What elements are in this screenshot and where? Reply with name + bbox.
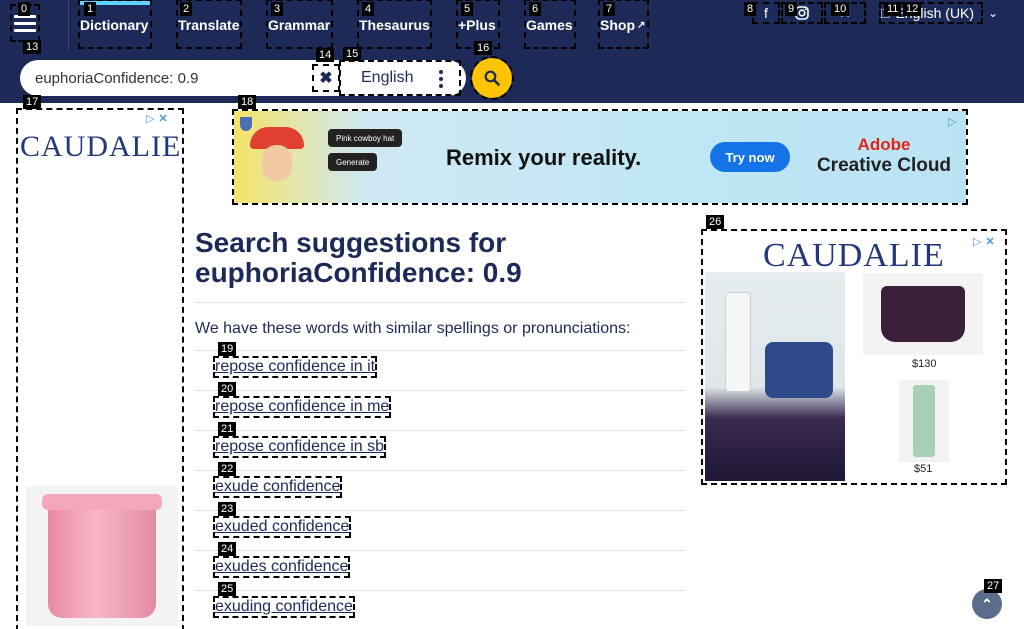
ad-brand-logo: CAUDALIE [20,130,182,163]
element-tag: 26 [706,215,725,229]
nav-thesaurus-label: Thesaurus [359,17,430,33]
chevron-down-icon[interactable]: ⌄ [988,6,998,20]
nav-translate-label: Translate [178,17,240,33]
element-tag: 27 [984,579,1003,593]
divider [195,550,685,551]
ad-product-image [863,273,983,355]
ad-chip-prompt: Pink cowboy hat [328,129,403,147]
suggestion-link[interactable]: exuding confidence [213,596,355,618]
element-tag: 6 [529,2,542,16]
dictionary-selector[interactable]: English [339,60,461,96]
external-link-icon: ↗ [637,19,646,31]
right-ad[interactable]: ▷ ✕ CAUDALIE $130 $51 [701,229,1007,485]
element-tag: 8 [744,2,757,16]
element-tag: 18 [238,95,257,109]
element-tag: 10 [831,2,850,16]
nav-grammar-label: Grammar [268,17,331,33]
page-title: Search suggestions for euphoriaConfidenc… [195,228,685,288]
element-tag: 7 [603,2,616,16]
back-to-top-button[interactable]: ⌃ [972,589,1002,619]
search-icon [484,70,500,86]
divider [195,470,685,471]
element-tag: 0 [18,2,31,16]
kebab-menu-icon [439,70,443,88]
divider [195,590,685,591]
element-tag: 2 [180,2,193,16]
nav-plus-label: +Plus [458,17,496,33]
ad-choices-icon[interactable]: ▷ [948,115,956,128]
suggestion-link[interactable]: repose confidence in me [212,396,392,418]
left-ad[interactable]: ▷ ✕ CAUDALIE [16,108,184,629]
search-suggestions: Search suggestions for euphoriaConfidenc… [195,228,685,618]
ad-product-image [26,486,178,626]
ad-product-price: $51 [914,463,933,475]
element-tag: 23 [218,502,237,516]
search-input[interactable] [35,68,305,88]
nav-divider [68,0,69,50]
element-tag: 15 [343,47,362,61]
suggestion-link[interactable]: repose confidence in sb [213,436,386,458]
element-tag: 4 [362,2,375,16]
element-tag: 13 [23,40,42,54]
clear-search-button[interactable]: ✖ [312,64,340,92]
ad-brand-logo: CAUDALIE [763,237,945,274]
ad-illustration [248,119,306,197]
ad-choices-icon[interactable]: ▷ ✕ [146,112,168,125]
element-tag: 21 [218,422,237,436]
banner-ad[interactable]: ▷ Pink cowboy hat Generate Remix your re… [232,109,968,205]
element-tag: 5 [461,2,474,16]
ad-choices-icon[interactable]: ▷ ✕ [973,235,995,248]
top-navigation-bar: Dictionary Translate Grammar Thesaurus +… [0,0,1024,50]
element-tag: 3 [271,2,284,16]
suggestions-intro: We have these words with similar spellin… [195,320,631,337]
element-tag: 9 [785,2,798,16]
page-title-prefix: Search suggestions for [195,227,507,258]
ad-cta-button[interactable]: Try now [710,142,790,172]
nav-dictionary-label: Dictionary [80,17,149,33]
ad-product-image [899,380,949,462]
divider [195,302,685,303]
element-tag: 12 [903,2,922,16]
suggestion-link[interactable]: repose confidence in it [212,356,378,378]
divider [195,390,685,391]
element-tag: 16 [474,41,493,55]
element-tag: 11 [884,2,902,16]
suggestion-link[interactable]: exudes confidence [212,556,351,578]
ad-chip-generate: Generate [328,153,378,171]
element-tag: 25 [218,582,237,596]
element-tag: 24 [218,542,237,556]
element-tag: 14 [316,48,335,62]
suggestion-link[interactable]: exude confidence [212,476,343,498]
element-tag: 17 [23,95,42,109]
dictionary-selector-label: English [361,69,414,86]
divider [195,430,685,431]
suggestion-link[interactable]: exuded confidence [212,516,352,538]
ad-product-price: $130 [912,358,937,370]
ad-brand-logo: Adobe Creative Cloud [816,135,952,176]
element-tag: 19 [218,342,237,356]
element-tag: 1 [84,2,97,16]
divider [195,510,685,511]
ad-headline: Remix your reality. [446,145,642,170]
nav-games-label: Games [526,17,573,33]
facebook-icon[interactable]: f [752,2,780,24]
element-tag: 20 [218,382,237,396]
page-title-query: euphoriaConfidence: 0.9 [195,257,522,288]
element-tag: 22 [218,462,237,476]
divider [195,350,685,351]
search-button[interactable] [470,56,514,100]
ad-product-image [705,272,845,481]
nav-shop-label: Shop [600,17,635,33]
